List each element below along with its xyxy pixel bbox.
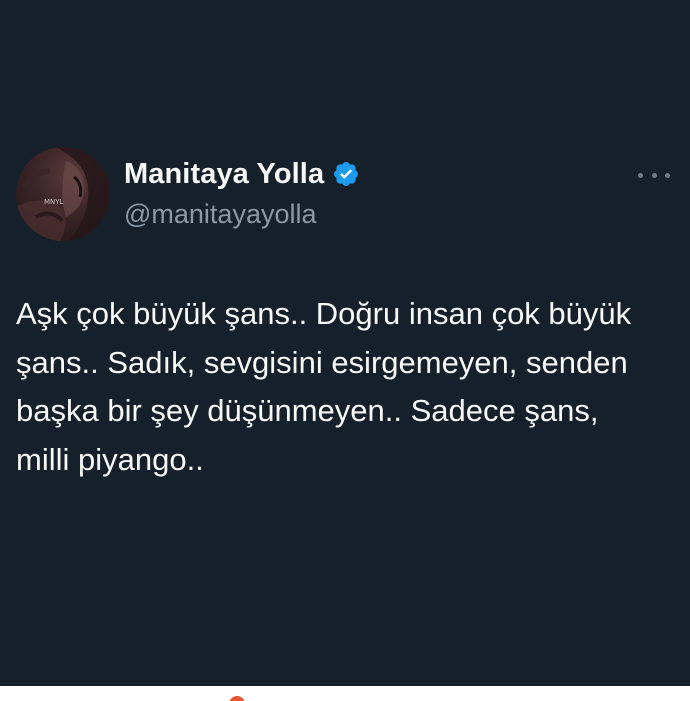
avatar-image: MNYL [16,147,110,241]
bottom-bar [0,686,690,701]
more-horizontal-icon-dot [651,172,657,178]
author-name-row: Manitaya Yolla [124,157,360,191]
more-options-button[interactable] [638,167,670,183]
verified-badge-icon [332,160,360,188]
author-handle[interactable]: @manitayayolla [124,198,317,230]
avatar-watermark: MNYL [44,198,64,206]
author-display-name[interactable]: Manitaya Yolla [124,157,324,191]
tweet-screenshot: MNYL Manitaya Yolla @manitayayolla Aşk ç… [0,0,690,701]
more-horizontal-icon-dot [665,172,670,178]
partial-icon [229,696,245,701]
avatar[interactable]: MNYL [16,147,110,241]
tweet-header: MNYL Manitaya Yolla @manitayayolla [16,147,674,243]
more-horizontal-icon [638,172,643,178]
tweet-text: Aşk çok büyük şans.. Doğru insan çok büy… [16,296,632,477]
